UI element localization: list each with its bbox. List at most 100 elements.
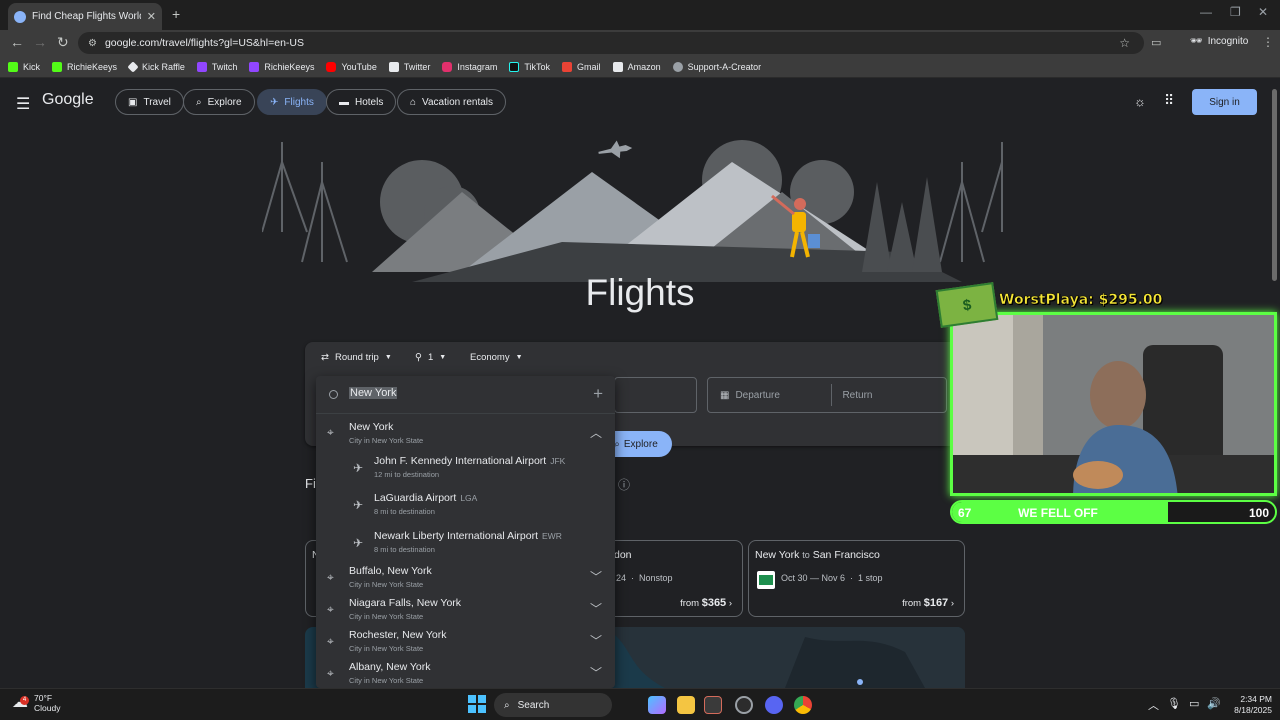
youtube-icon <box>326 61 337 72</box>
plane-icon: ✈ <box>353 461 364 475</box>
add-location-icon[interactable]: + <box>593 384 603 404</box>
chrome-icon[interactable] <box>794 696 812 714</box>
system-tray: ︿ 🎙 ▭ 🔊 <box>1148 697 1221 713</box>
card-route: don <box>614 549 632 561</box>
explore-icon: ⌕ <box>196 96 202 108</box>
trip-type-select[interactable]: ⇄ Round trip ▼ <box>321 352 392 363</box>
date-range-field[interactable]: ▦ Departure Return <box>707 377 947 413</box>
incognito-icon: 🕶 <box>1190 36 1203 47</box>
passengers-select[interactable]: ⚲ 1 ▼ <box>415 352 446 363</box>
bookmark-youtube[interactable]: YouTube <box>326 61 377 72</box>
file-explorer-icon[interactable] <box>677 696 695 714</box>
tiktok-icon <box>509 61 520 72</box>
cabin-class-select[interactable]: Economy ▼ <box>470 352 523 363</box>
minimize-icon[interactable]: — <box>1200 5 1212 19</box>
weather-widget[interactable]: ☁4 70°FCloudy <box>12 693 60 713</box>
suggestion-airport[interactable]: ✈ LaGuardia Airport LGA 8 mi to destinati… <box>316 491 615 527</box>
bookmark-kick[interactable]: Kick <box>8 61 40 72</box>
suggestion-city[interactable]: ⌖ Rochester, New York City in New York S… <box>316 628 615 660</box>
obs-icon[interactable] <box>735 696 753 714</box>
nav-explore[interactable]: ⌕ Explore <box>183 89 255 115</box>
sign-in-button[interactable]: Sign in <box>1192 89 1257 115</box>
return-input[interactable]: Return <box>842 390 872 401</box>
forward-icon[interactable]: → <box>33 34 47 50</box>
volume-icon[interactable]: 🔊 <box>1207 697 1221 713</box>
bookmark-instagram[interactable]: Instagram <box>442 61 497 72</box>
destination-card-san-francisco[interactable]: New York to San Francisco Oct 30 — Nov 6… <box>748 540 965 617</box>
nav-flights[interactable]: ✈ Flights <box>257 89 327 115</box>
taskbar-clock[interactable]: 2:34 PM 8/18/2025 <box>1228 694 1272 716</box>
google-logo[interactable]: Google <box>42 91 94 109</box>
tab-title: Find Cheap Flights Worldwide & <box>32 11 141 22</box>
chevron-down-icon[interactable]: ﹀ <box>590 600 602 617</box>
departure-input[interactable]: Departure <box>735 390 831 401</box>
discord-icon[interactable] <box>765 696 783 714</box>
location-pin-icon: ⌖ <box>327 425 334 439</box>
bookmark-kick-raffle[interactable]: Kick Raffle <box>127 60 185 73</box>
main-menu-icon[interactable]: ☰ <box>16 94 30 114</box>
site-info-icon[interactable]: ⚙ <box>88 38 97 49</box>
bookmark-amazon[interactable]: Amazon <box>612 61 661 72</box>
bed-icon: ▬ <box>339 96 349 108</box>
bookmark-twitch[interactable]: Twitch <box>196 61 237 72</box>
flights-hero-illustration <box>262 140 1003 282</box>
google-travel-header: ☰ Google ▣ Travel ⌕ Explore ✈ Flights ▬ Hote… <box>0 81 1268 123</box>
bookmark-support-a-creator[interactable]: Support-A-Creator <box>672 61 761 72</box>
location-pin-icon: ⌖ <box>327 634 334 648</box>
back-icon[interactable]: ← <box>10 34 24 50</box>
taskbar-search[interactable]: ⌕ Search <box>494 693 612 717</box>
bookmark-richiekeeys[interactable]: RichieKeeys <box>52 61 117 72</box>
suggestion-city[interactable]: ⌖ Niagara Falls, New York City in New Yo… <box>316 596 615 628</box>
suggestion-city[interactable]: ⌖ Buffalo, New York City in New York Sta… <box>316 564 615 596</box>
tray-chevron-up-icon[interactable]: ︿ <box>1148 697 1159 713</box>
suggestion-airport[interactable]: ✈ John F. Kennedy International Airport J… <box>316 454 615 490</box>
close-window-icon[interactable]: ✕ <box>1258 5 1268 19</box>
copilot-icon[interactable] <box>648 696 666 714</box>
info-icon[interactable]: ⓘ <box>618 476 630 493</box>
url-text: google.com/travel/flights?gl=US&hl=en-US <box>104 37 304 49</box>
nav-travel[interactable]: ▣ Travel <box>115 89 184 115</box>
chevron-up-icon[interactable]: ︿ <box>590 424 602 441</box>
bookmark-tiktok[interactable]: TikTok <box>509 61 550 72</box>
suggestion-airport[interactable]: ✈ Newark Liberty International Airport EW… <box>316 529 615 565</box>
terminal-icon[interactable] <box>704 696 722 714</box>
suggestion-city[interactable]: ⌖ Albany, New York City in New York Stat… <box>316 660 615 688</box>
theme-toggle-icon[interactable]: ☼ <box>1134 94 1146 109</box>
new-tab-icon[interactable]: + <box>172 6 180 22</box>
bookmark-star-icon[interactable]: ☆ <box>1119 36 1130 50</box>
swap-arrows-icon: ⇄ <box>321 352 329 363</box>
x-twitter-icon <box>388 61 399 72</box>
menu-dots-icon[interactable]: ⋮ <box>1262 35 1274 49</box>
date-divider <box>831 384 833 406</box>
windows-start-icon[interactable] <box>468 695 486 713</box>
webcam-feed <box>953 315 1274 493</box>
location-pin-icon: ⌖ <box>327 602 334 616</box>
google-apps-icon[interactable]: ⠿ <box>1164 92 1174 109</box>
bookmark-gmail[interactable]: Gmail <box>562 61 601 72</box>
bookmark-richiekeeys-twitch[interactable]: RichieKeeys <box>249 61 314 72</box>
destination-field[interactable] <box>614 377 697 413</box>
microphone-icon[interactable]: 🎙 <box>1167 697 1181 713</box>
reload-icon[interactable]: ↻ <box>57 34 69 51</box>
close-tab-icon[interactable]: ✕ <box>147 10 156 23</box>
bookmark-twitter[interactable]: Twitter <box>388 61 430 72</box>
scrollbar-thumb[interactable] <box>1272 89 1277 281</box>
suggestion-city[interactable]: ⌖ New York City in New York State ︿ <box>316 418 615 452</box>
maximize-icon[interactable]: ❐ <box>1230 5 1241 19</box>
network-icon[interactable]: ▭ <box>1189 697 1199 713</box>
address-bar[interactable]: ⚙ google.com/travel/flights?gl=US&hl=en-… <box>78 32 1144 54</box>
incognito-indicator[interactable]: 🕶 Incognito <box>1190 36 1248 47</box>
nav-hotels[interactable]: ▬ Hotels <box>326 89 397 115</box>
origin-input[interactable]: New York + <box>316 376 615 414</box>
weather-badge: 4 <box>20 696 29 705</box>
chevron-down-icon[interactable]: ﹀ <box>590 664 602 681</box>
cast-icon[interactable]: ▭ <box>1151 36 1161 49</box>
chevron-down-icon[interactable]: ﹀ <box>590 632 602 649</box>
origin-input-value[interactable]: New York <box>349 387 398 399</box>
gmail-icon <box>562 61 573 72</box>
weather-temp: 70°F <box>34 693 53 703</box>
nav-vacation-rentals[interactable]: ⌂ Vacation rentals <box>397 89 507 115</box>
chevron-down-icon[interactable]: ﹀ <box>590 568 602 585</box>
browser-tab[interactable]: Find Cheap Flights Worldwide & ✕ <box>8 3 162 30</box>
windows-taskbar: ☁4 70°FCloudy ⌕ Search ︿ 🎙 ▭ 🔊 2:34 PM 8… <box>0 688 1280 720</box>
